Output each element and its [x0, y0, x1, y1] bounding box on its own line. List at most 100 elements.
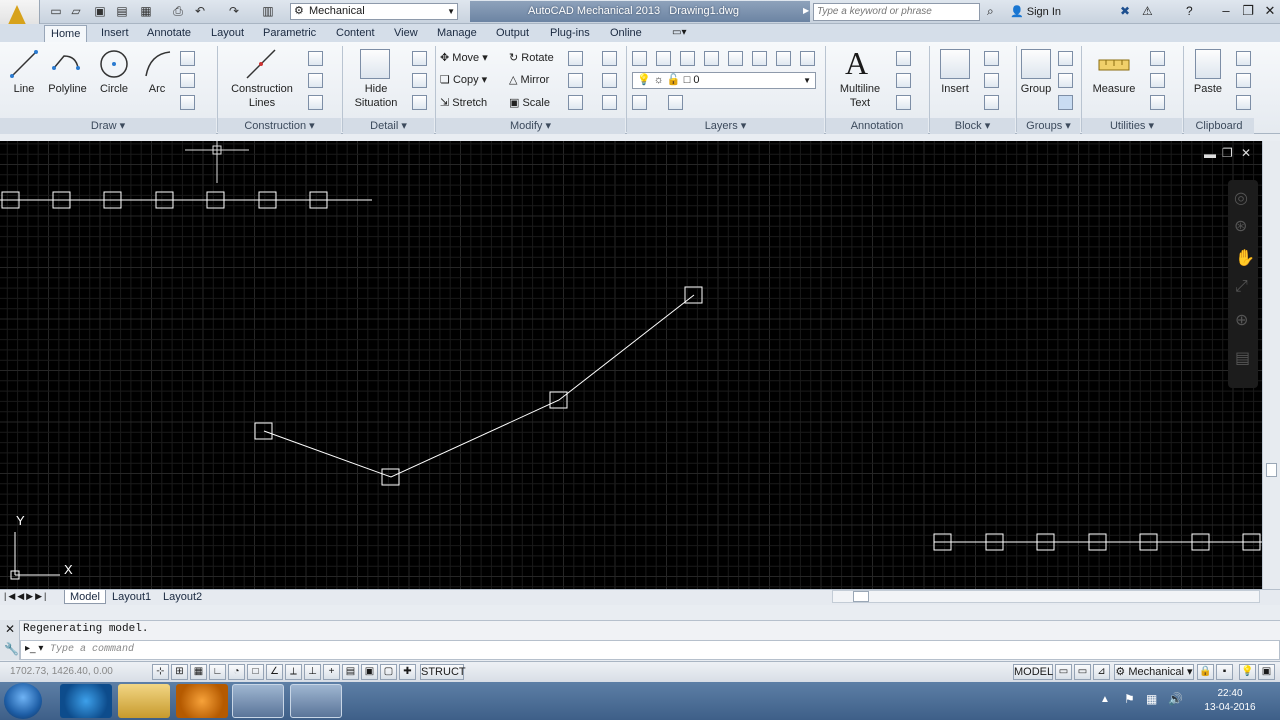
- 3d-osnap-icon[interactable]: ∠: [266, 664, 283, 680]
- autocad-taskbar-icon[interactable]: [232, 684, 284, 718]
- layer-state-icon[interactable]: [656, 51, 671, 66]
- viewport-close-icon[interactable]: ✕: [1241, 146, 1251, 160]
- layer-previous-icon[interactable]: [668, 95, 683, 110]
- calculator-icon[interactable]: [1150, 95, 1165, 110]
- copy-button[interactable]: ❏ Copy ▾: [440, 73, 487, 87]
- layer-properties-icon[interactable]: [632, 51, 647, 66]
- panel-title-construction[interactable]: Construction ▾: [218, 118, 341, 134]
- open-file-icon[interactable]: ▱: [68, 4, 84, 19]
- mirror-button[interactable]: △ Mirror: [509, 73, 549, 87]
- rotate-button[interactable]: ↻ Rotate: [509, 51, 554, 65]
- block-attributes-icon[interactable]: [984, 95, 999, 110]
- scale-button[interactable]: ▣ Scale: [509, 96, 550, 110]
- showmotion-icon[interactable]: ▤: [1235, 348, 1250, 368]
- tab-home[interactable]: Home: [44, 25, 88, 42]
- binoculars-icon[interactable]: ⌕: [987, 4, 994, 19]
- arc-button[interactable]: Arc: [142, 83, 172, 96]
- multiline-text-label1[interactable]: Multiline: [833, 83, 887, 96]
- horizontal-scrollbar[interactable]: [832, 590, 1260, 603]
- layer-isolate-icon[interactable]: [680, 51, 695, 66]
- id-point-icon[interactable]: [1150, 73, 1165, 88]
- model-space-toggle[interactable]: MODEL: [1013, 664, 1053, 680]
- tab-output[interactable]: Output: [490, 25, 535, 42]
- internet-explorer-icon[interactable]: [60, 684, 112, 718]
- snap-icon[interactable]: ⊞: [171, 664, 188, 680]
- drawing-canvas[interactable]: Y X ▬ ❐ ✕: [0, 141, 1262, 589]
- panel-title-detail[interactable]: Detail ▾: [343, 118, 434, 134]
- volume-icon[interactable]: 🔊: [1168, 692, 1183, 706]
- close-button[interactable]: ✕: [1258, 2, 1280, 20]
- layout-tab-layout1[interactable]: Layout1: [107, 590, 156, 604]
- hide-situation-label1[interactable]: Hide: [348, 83, 404, 96]
- group-selection-icon[interactable]: [1058, 95, 1073, 110]
- layout-tab-layout2[interactable]: Layout2: [158, 590, 207, 604]
- dyn-icon[interactable]: +: [323, 664, 340, 680]
- quick-view-drawings-icon[interactable]: ▭: [1074, 664, 1091, 680]
- erase-icon[interactable]: [602, 51, 617, 66]
- tab-insert[interactable]: Insert: [95, 25, 135, 42]
- layer-dropdown[interactable]: 💡 ☼ 🔓 □ 0 ▼: [632, 72, 816, 89]
- horizontal-scroll-thumb[interactable]: [853, 591, 869, 602]
- otrack-icon[interactable]: ⟂: [285, 664, 302, 680]
- minimize-button[interactable]: –: [1214, 2, 1238, 20]
- box-icon[interactable]: [308, 73, 323, 88]
- coordinates-readout[interactable]: 1702.73, 1426.40, 0.00: [10, 666, 113, 677]
- annotation-scale-icon[interactable]: ⊿: [1093, 664, 1110, 680]
- polar-icon[interactable]: ◔: [228, 664, 245, 680]
- array-icon[interactable]: [568, 51, 583, 66]
- tab-parametric[interactable]: Parametric: [257, 25, 322, 42]
- workspace-dropdown[interactable]: ⚙ Mechanical ▼: [290, 3, 458, 20]
- layout-tab-model[interactable]: Model: [64, 590, 106, 604]
- orbit-icon[interactable]: ⊕: [1235, 310, 1248, 330]
- grid-icon[interactable]: ▦: [190, 664, 207, 680]
- stretch-button[interactable]: ⇲ Stretch: [440, 96, 487, 110]
- vertical-scrollbar[interactable]: [1262, 141, 1280, 589]
- command-line-grip[interactable]: ✕ 🔧: [0, 620, 20, 660]
- restore-button[interactable]: ❐: [1236, 2, 1260, 20]
- sign-in-button[interactable]: 👤 Sign In: [1010, 5, 1061, 18]
- action-center-icon[interactable]: ⚑: [1124, 692, 1135, 706]
- circle-button[interactable]: Circle: [96, 83, 132, 96]
- center-mark-icon[interactable]: [308, 51, 323, 66]
- layer-off-icon[interactable]: [728, 51, 743, 66]
- search-input[interactable]: Type a keyword or phrase: [813, 3, 980, 21]
- wrench-icon[interactable]: 🔧: [4, 642, 19, 656]
- polyline[interactable]: [263, 294, 695, 478]
- undo-icon[interactable]: ↶: [192, 4, 208, 19]
- panel-title-annotation[interactable]: Annotation: [826, 118, 928, 134]
- detail-view-icon[interactable]: [412, 51, 427, 66]
- layout-nav-arrows-icon[interactable]: |◀◀▶▶|: [4, 591, 48, 602]
- quick-view-layouts-icon[interactable]: ▭: [1055, 664, 1072, 680]
- media-player-icon[interactable]: [176, 684, 228, 718]
- print-icon[interactable]: ⎙: [170, 4, 186, 19]
- move-button[interactable]: ✥ Move ▾: [440, 51, 488, 65]
- group-edit-icon[interactable]: [1058, 73, 1073, 88]
- infer-constraints-icon[interactable]: ⊹: [152, 664, 169, 680]
- offset-icon[interactable]: [602, 95, 617, 110]
- tab-content[interactable]: Content: [330, 25, 381, 42]
- publish-icon[interactable]: ▦: [138, 4, 154, 19]
- construction-lines-label2[interactable]: Lines: [222, 97, 302, 110]
- copy-clip-icon[interactable]: [1236, 73, 1251, 88]
- paste-button[interactable]: Paste: [1190, 83, 1226, 96]
- layer-walk-icon[interactable]: [800, 51, 815, 66]
- panel-title-layers[interactable]: Layers ▾: [627, 118, 824, 134]
- construction-line-icon[interactable]: [180, 51, 195, 66]
- measure-button[interactable]: Measure: [1090, 83, 1138, 96]
- create-block-icon[interactable]: [984, 51, 999, 66]
- layer-freeze-icon[interactable]: [704, 51, 719, 66]
- pan-icon[interactable]: ✋: [1235, 248, 1255, 268]
- lineweight-icon[interactable]: ▤: [342, 664, 359, 680]
- polyline-grips[interactable]: [254, 286, 703, 486]
- save-as-icon[interactable]: ▤: [114, 4, 130, 19]
- panel-title-modify[interactable]: Modify ▾: [436, 118, 625, 134]
- trim-icon[interactable]: [568, 73, 583, 88]
- workspace-switch[interactable]: ⚙ Mechanical ▾: [1114, 664, 1194, 680]
- hardware-acceleration-icon[interactable]: ▪: [1216, 664, 1233, 680]
- window-taskbar-icon[interactable]: [290, 684, 342, 718]
- viewport-restore-icon[interactable]: ❐: [1222, 146, 1233, 160]
- refresh-icon[interactable]: [412, 73, 427, 88]
- close-command-icon[interactable]: ✕: [5, 622, 15, 636]
- drawing-area[interactable]: Y X: [0, 141, 1262, 589]
- leader-icon[interactable]: [896, 73, 911, 88]
